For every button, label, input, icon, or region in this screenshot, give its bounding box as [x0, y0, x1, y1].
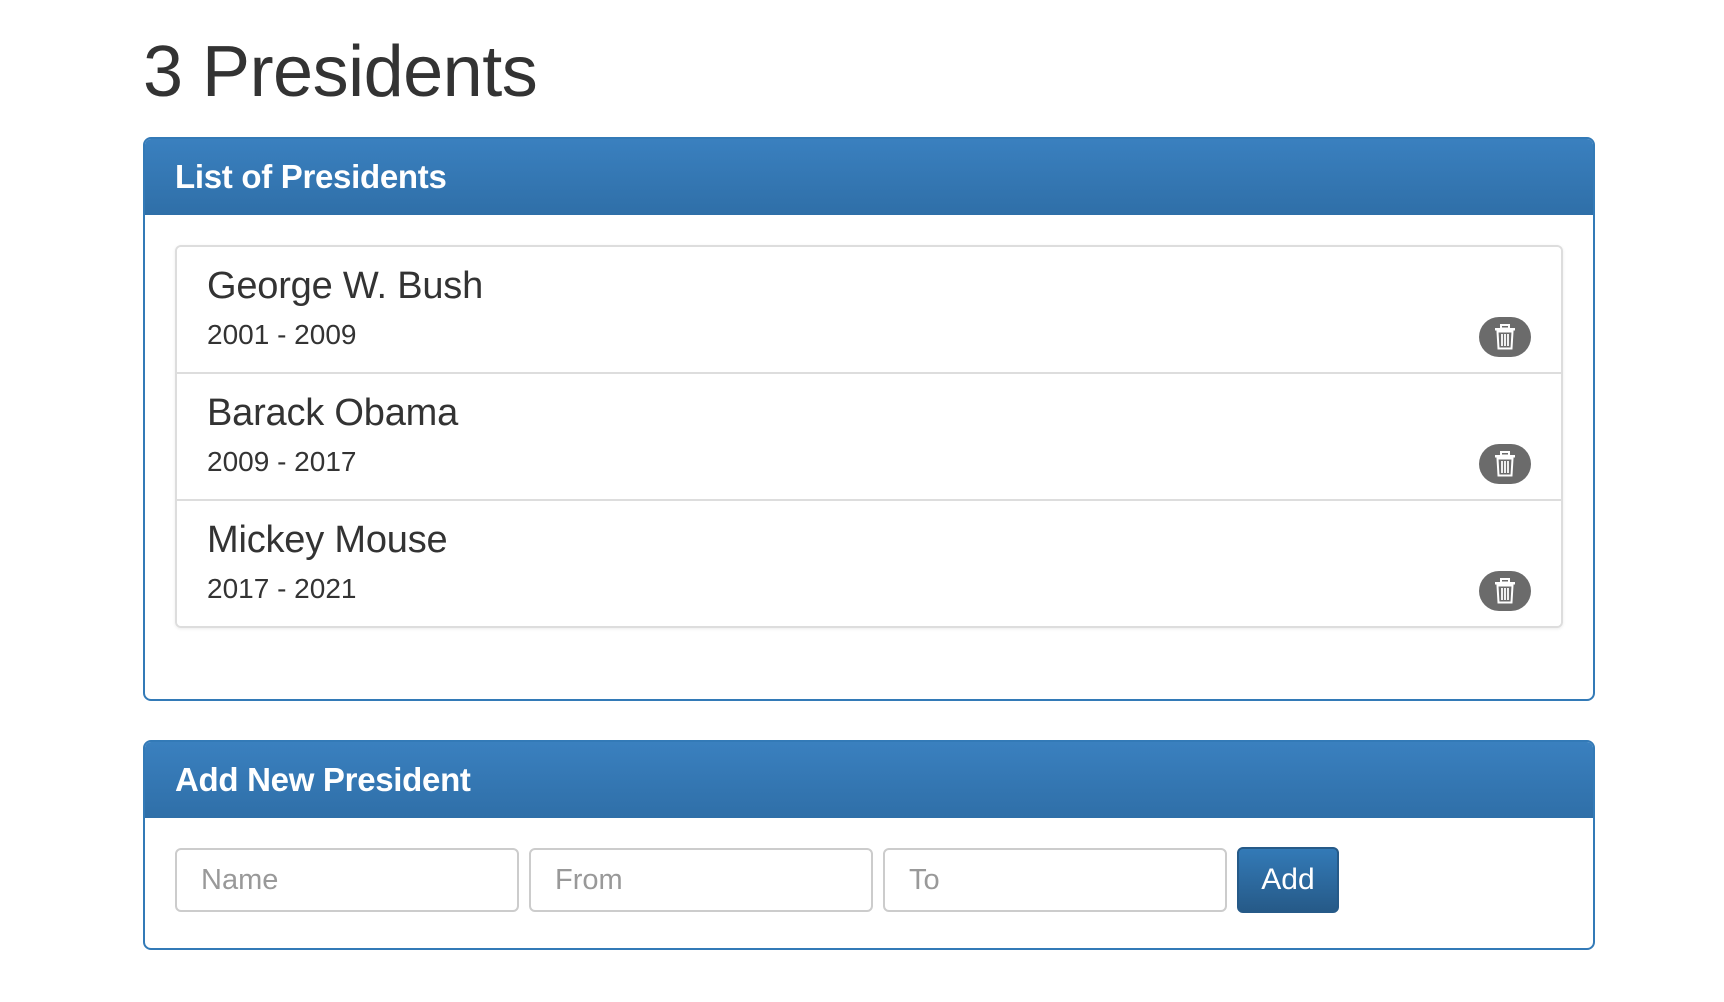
- list-item: Barack Obama 2009 - 2017: [177, 374, 1561, 501]
- presidents-list-panel: List of Presidents George W. Bush 2001 -…: [143, 137, 1595, 701]
- president-years: 2017 - 2021: [207, 573, 357, 604]
- president-years: 2001 - 2009: [207, 319, 357, 350]
- add-panel-heading: Add New President: [145, 742, 1593, 818]
- trash-icon: [1495, 578, 1515, 604]
- list-item: Mickey Mouse 2017 - 2021: [177, 501, 1561, 626]
- delete-button[interactable]: [1479, 317, 1531, 357]
- name-input[interactable]: [175, 848, 519, 912]
- president-years: 2009 - 2017: [207, 446, 357, 477]
- from-input[interactable]: [529, 848, 873, 912]
- add-president-form: Add: [175, 847, 1339, 913]
- to-input[interactable]: [883, 848, 1227, 912]
- delete-button[interactable]: [1479, 444, 1531, 484]
- page-title: 3 Presidents: [143, 32, 538, 112]
- add-president-panel: Add New President Add: [143, 740, 1595, 950]
- president-name: Mickey Mouse: [207, 519, 448, 561]
- presidents-list: George W. Bush 2001 - 2009 Barack Obama …: [175, 245, 1563, 628]
- list-item: George W. Bush 2001 - 2009: [177, 247, 1561, 374]
- trash-icon: [1495, 451, 1515, 477]
- trash-icon: [1495, 324, 1515, 350]
- list-panel-heading: List of Presidents: [145, 139, 1593, 215]
- delete-button[interactable]: [1479, 571, 1531, 611]
- president-name: Barack Obama: [207, 392, 459, 434]
- add-button[interactable]: Add: [1237, 847, 1339, 913]
- president-name: George W. Bush: [207, 265, 484, 307]
